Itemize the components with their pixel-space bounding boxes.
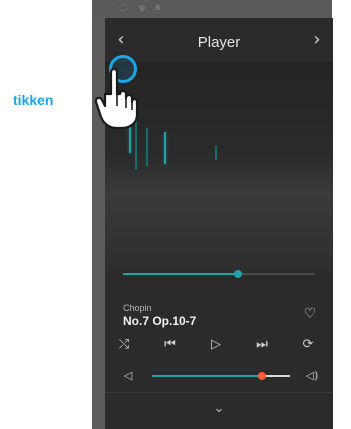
hand-pointer-icon [94,67,139,130]
signal-icon: ψ [139,3,145,13]
status-bar: ◌ ψ ʙ [92,0,332,18]
page-title: Player [197,34,241,51]
progress-bar[interactable] [123,270,315,278]
progress-thumb[interactable] [234,270,243,278]
bluetooth-icon: ʙ [155,3,161,13]
repeat-icon[interactable]: ⟳ [297,334,319,356]
volume-thumb[interactable] [258,372,267,380]
visualizer-bar [146,128,148,166]
volume-fill [152,375,263,377]
visualizer-bar [215,146,217,160]
progress-fill [123,273,239,275]
collapse-chevron-icon[interactable]: ⌄ [209,402,229,416]
shuffle-icon[interactable]: ⤭ [113,334,135,356]
volume-high-icon[interactable]: ◁) [301,367,323,385]
next-track-icon[interactable]: ⏭ [251,334,273,356]
forward-button[interactable]: › [305,28,329,52]
visualizer-bar [164,132,166,164]
favorite-heart-icon[interactable]: ♡ [302,306,318,322]
volume-low-icon[interactable]: ◁ [119,367,137,385]
volume-slider[interactable] [152,372,290,380]
volume-row: ◁ ◁) [105,366,333,386]
play-icon[interactable]: ▷ [205,334,227,356]
piece-title: No.7 Op.10-7 [123,314,197,328]
divider [105,392,333,393]
tap-annotation-label: tikken [13,92,54,108]
notification-icon: ◌ [119,3,127,13]
composer-name: Chopin [123,303,152,313]
previous-track-icon[interactable]: ⏮ [159,334,181,356]
top-bar: ‹ Player › [105,18,333,62]
playback-controls: ⤭ ⏮ ▷ ⏭ ⟳ [105,334,333,356]
